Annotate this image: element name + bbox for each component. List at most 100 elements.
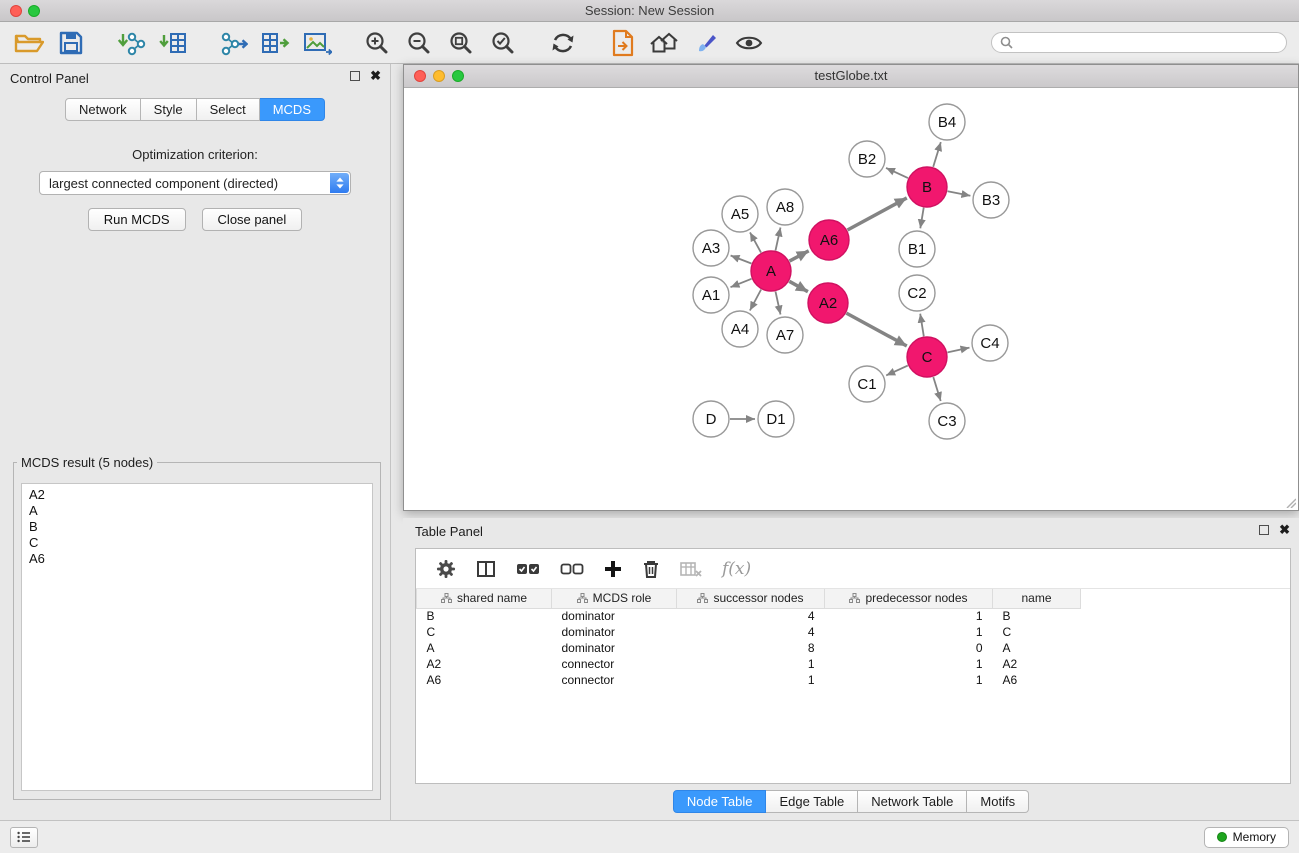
graph-edge-C-C1[interactable]: [886, 366, 908, 376]
trash-icon: [642, 559, 660, 579]
graph-edge-A-A6[interactable]: [790, 251, 809, 261]
fullscreen-window-button[interactable]: [28, 5, 40, 17]
tab-select[interactable]: Select: [197, 98, 260, 121]
tab-node-table[interactable]: Node Table: [673, 790, 767, 813]
zoom-out-button[interactable]: [402, 26, 436, 60]
result-item[interactable]: A6: [29, 551, 365, 567]
network-close-button[interactable]: [414, 70, 426, 82]
open-session-button[interactable]: [12, 26, 46, 60]
graph-edge-C-C4[interactable]: [948, 348, 970, 353]
graph-node-label: A2: [819, 295, 837, 312]
graph-edge-A-A1[interactable]: [731, 279, 752, 287]
network-zoom-button[interactable]: [452, 70, 464, 82]
select-all-columns-button[interactable]: [516, 561, 540, 577]
graph-edge-A-A2[interactable]: [789, 281, 808, 291]
close-panel-button[interactable]: Close panel: [202, 208, 303, 231]
tab-motifs[interactable]: Motifs: [967, 790, 1029, 813]
close-table-panel-icon[interactable]: ✖: [1279, 525, 1290, 535]
graph-edge-B-B4[interactable]: [933, 142, 941, 167]
network-graph[interactable]: B4B2BB3A8A5A6A3B1AC2A1A2A4A7C4CC1C3DD1: [404, 89, 1298, 510]
function-builder-button[interactable]: f(x): [722, 559, 751, 579]
result-item[interactable]: A: [29, 503, 365, 519]
graph-edge-B-B1[interactable]: [920, 208, 923, 229]
result-item[interactable]: C: [29, 535, 365, 551]
vizmap-button[interactable]: [690, 26, 724, 60]
apply-layout-button[interactable]: [546, 26, 580, 60]
deselect-all-columns-button[interactable]: [560, 561, 584, 577]
export-image-button[interactable]: [300, 26, 334, 60]
column-header-shared-name[interactable]: shared name: [417, 589, 552, 608]
table-row[interactable]: Adominator 80 A: [417, 640, 1291, 656]
home-button[interactable]: [648, 26, 682, 60]
column-header-mcds-role[interactable]: MCDS role: [552, 589, 677, 608]
float-panel-icon[interactable]: [350, 71, 360, 81]
import-table-button[interactable]: [156, 26, 190, 60]
close-window-button[interactable]: [10, 5, 22, 17]
graph-edge-A-A3[interactable]: [731, 256, 752, 264]
zoom-selected-button[interactable]: [486, 26, 520, 60]
memory-button[interactable]: Memory: [1204, 827, 1289, 848]
network-canvas[interactable]: B4B2BB3A8A5A6A3B1AC2A1A2A4A7C4CC1C3DD1: [404, 89, 1298, 510]
memory-label: Memory: [1233, 830, 1276, 844]
graph-edge-A2-C[interactable]: [846, 313, 906, 346]
column-header-filler: [1081, 589, 1291, 608]
dropdown-stepper-icon: [330, 173, 349, 193]
float-table-panel-icon[interactable]: [1259, 525, 1269, 535]
node-table: shared name MCDS role successor nodes pr…: [416, 589, 1290, 783]
task-history-button[interactable]: [10, 827, 38, 848]
create-column-button[interactable]: [604, 560, 622, 578]
delete-column-button[interactable]: [642, 559, 660, 579]
tab-network[interactable]: Network: [65, 98, 141, 121]
table-row[interactable]: A6connector 11 A6: [417, 672, 1291, 688]
main-toolbar: [0, 22, 1299, 64]
save-session-button[interactable]: [54, 26, 88, 60]
mcds-result-list[interactable]: A2 A B C A6: [21, 483, 373, 791]
show-graphics-details-button[interactable]: [732, 26, 766, 60]
optimization-criterion-select[interactable]: largest connected component (directed): [39, 171, 351, 195]
column-header-successor-nodes[interactable]: successor nodes: [677, 589, 825, 608]
table-row[interactable]: A2connector 11 A2: [417, 656, 1291, 672]
column-header-predecessor-nodes[interactable]: predecessor nodes: [825, 589, 993, 608]
graph-edge-A-A5[interactable]: [750, 232, 761, 252]
graph-node-label: B: [922, 179, 932, 196]
result-item[interactable]: B: [29, 519, 365, 535]
close-panel-icon[interactable]: ✖: [370, 71, 381, 81]
network-minimize-button[interactable]: [433, 70, 445, 82]
table-row[interactable]: Bdominator 41 B: [417, 608, 1291, 624]
resize-grip-icon[interactable]: [1284, 496, 1296, 508]
zoom-fit-button[interactable]: [444, 26, 478, 60]
import-network-button[interactable]: [114, 26, 148, 60]
graph-node-label: C: [922, 349, 933, 366]
zoom-in-button[interactable]: [360, 26, 394, 60]
show-columns-button[interactable]: [476, 560, 496, 578]
tab-mcds[interactable]: MCDS: [260, 98, 325, 121]
delete-table-button[interactable]: [680, 561, 702, 577]
graph-edge-C-C3[interactable]: [933, 377, 940, 401]
graph-node-label: C3: [937, 413, 956, 430]
graph-edge-A-A8[interactable]: [776, 228, 781, 251]
open-recent-button[interactable]: [606, 26, 640, 60]
table-panel: Table Panel ✖: [403, 518, 1299, 820]
search-icon: [1000, 36, 1013, 49]
table-row[interactable]: Cdominator 41 C: [417, 624, 1291, 640]
floppy-disk-icon: [58, 30, 84, 56]
graph-edge-A6-B[interactable]: [848, 198, 907, 230]
export-network-button[interactable]: [216, 26, 250, 60]
graph-edge-B-B3[interactable]: [948, 191, 971, 196]
table-settings-button[interactable]: [436, 559, 456, 579]
graph-edge-A-A7[interactable]: [776, 292, 781, 315]
graph-edge-C-C2[interactable]: [920, 314, 924, 337]
graph-edge-B-B2[interactable]: [886, 168, 908, 178]
tab-network-table[interactable]: Network Table: [858, 790, 967, 813]
result-item[interactable]: A2: [29, 487, 365, 503]
tab-style[interactable]: Style: [141, 98, 197, 121]
column-header-name[interactable]: name: [993, 589, 1081, 608]
status-bar: Memory: [0, 820, 1299, 853]
tab-edge-table[interactable]: Edge Table: [766, 790, 858, 813]
folder-open-icon: [14, 31, 44, 55]
network-window-titlebar[interactable]: testGlobe.txt: [404, 65, 1298, 88]
export-table-button[interactable]: [258, 26, 292, 60]
run-mcds-button[interactable]: Run MCDS: [88, 208, 186, 231]
search-input[interactable]: [1018, 35, 1278, 50]
graph-edge-A-A4[interactable]: [750, 290, 761, 311]
